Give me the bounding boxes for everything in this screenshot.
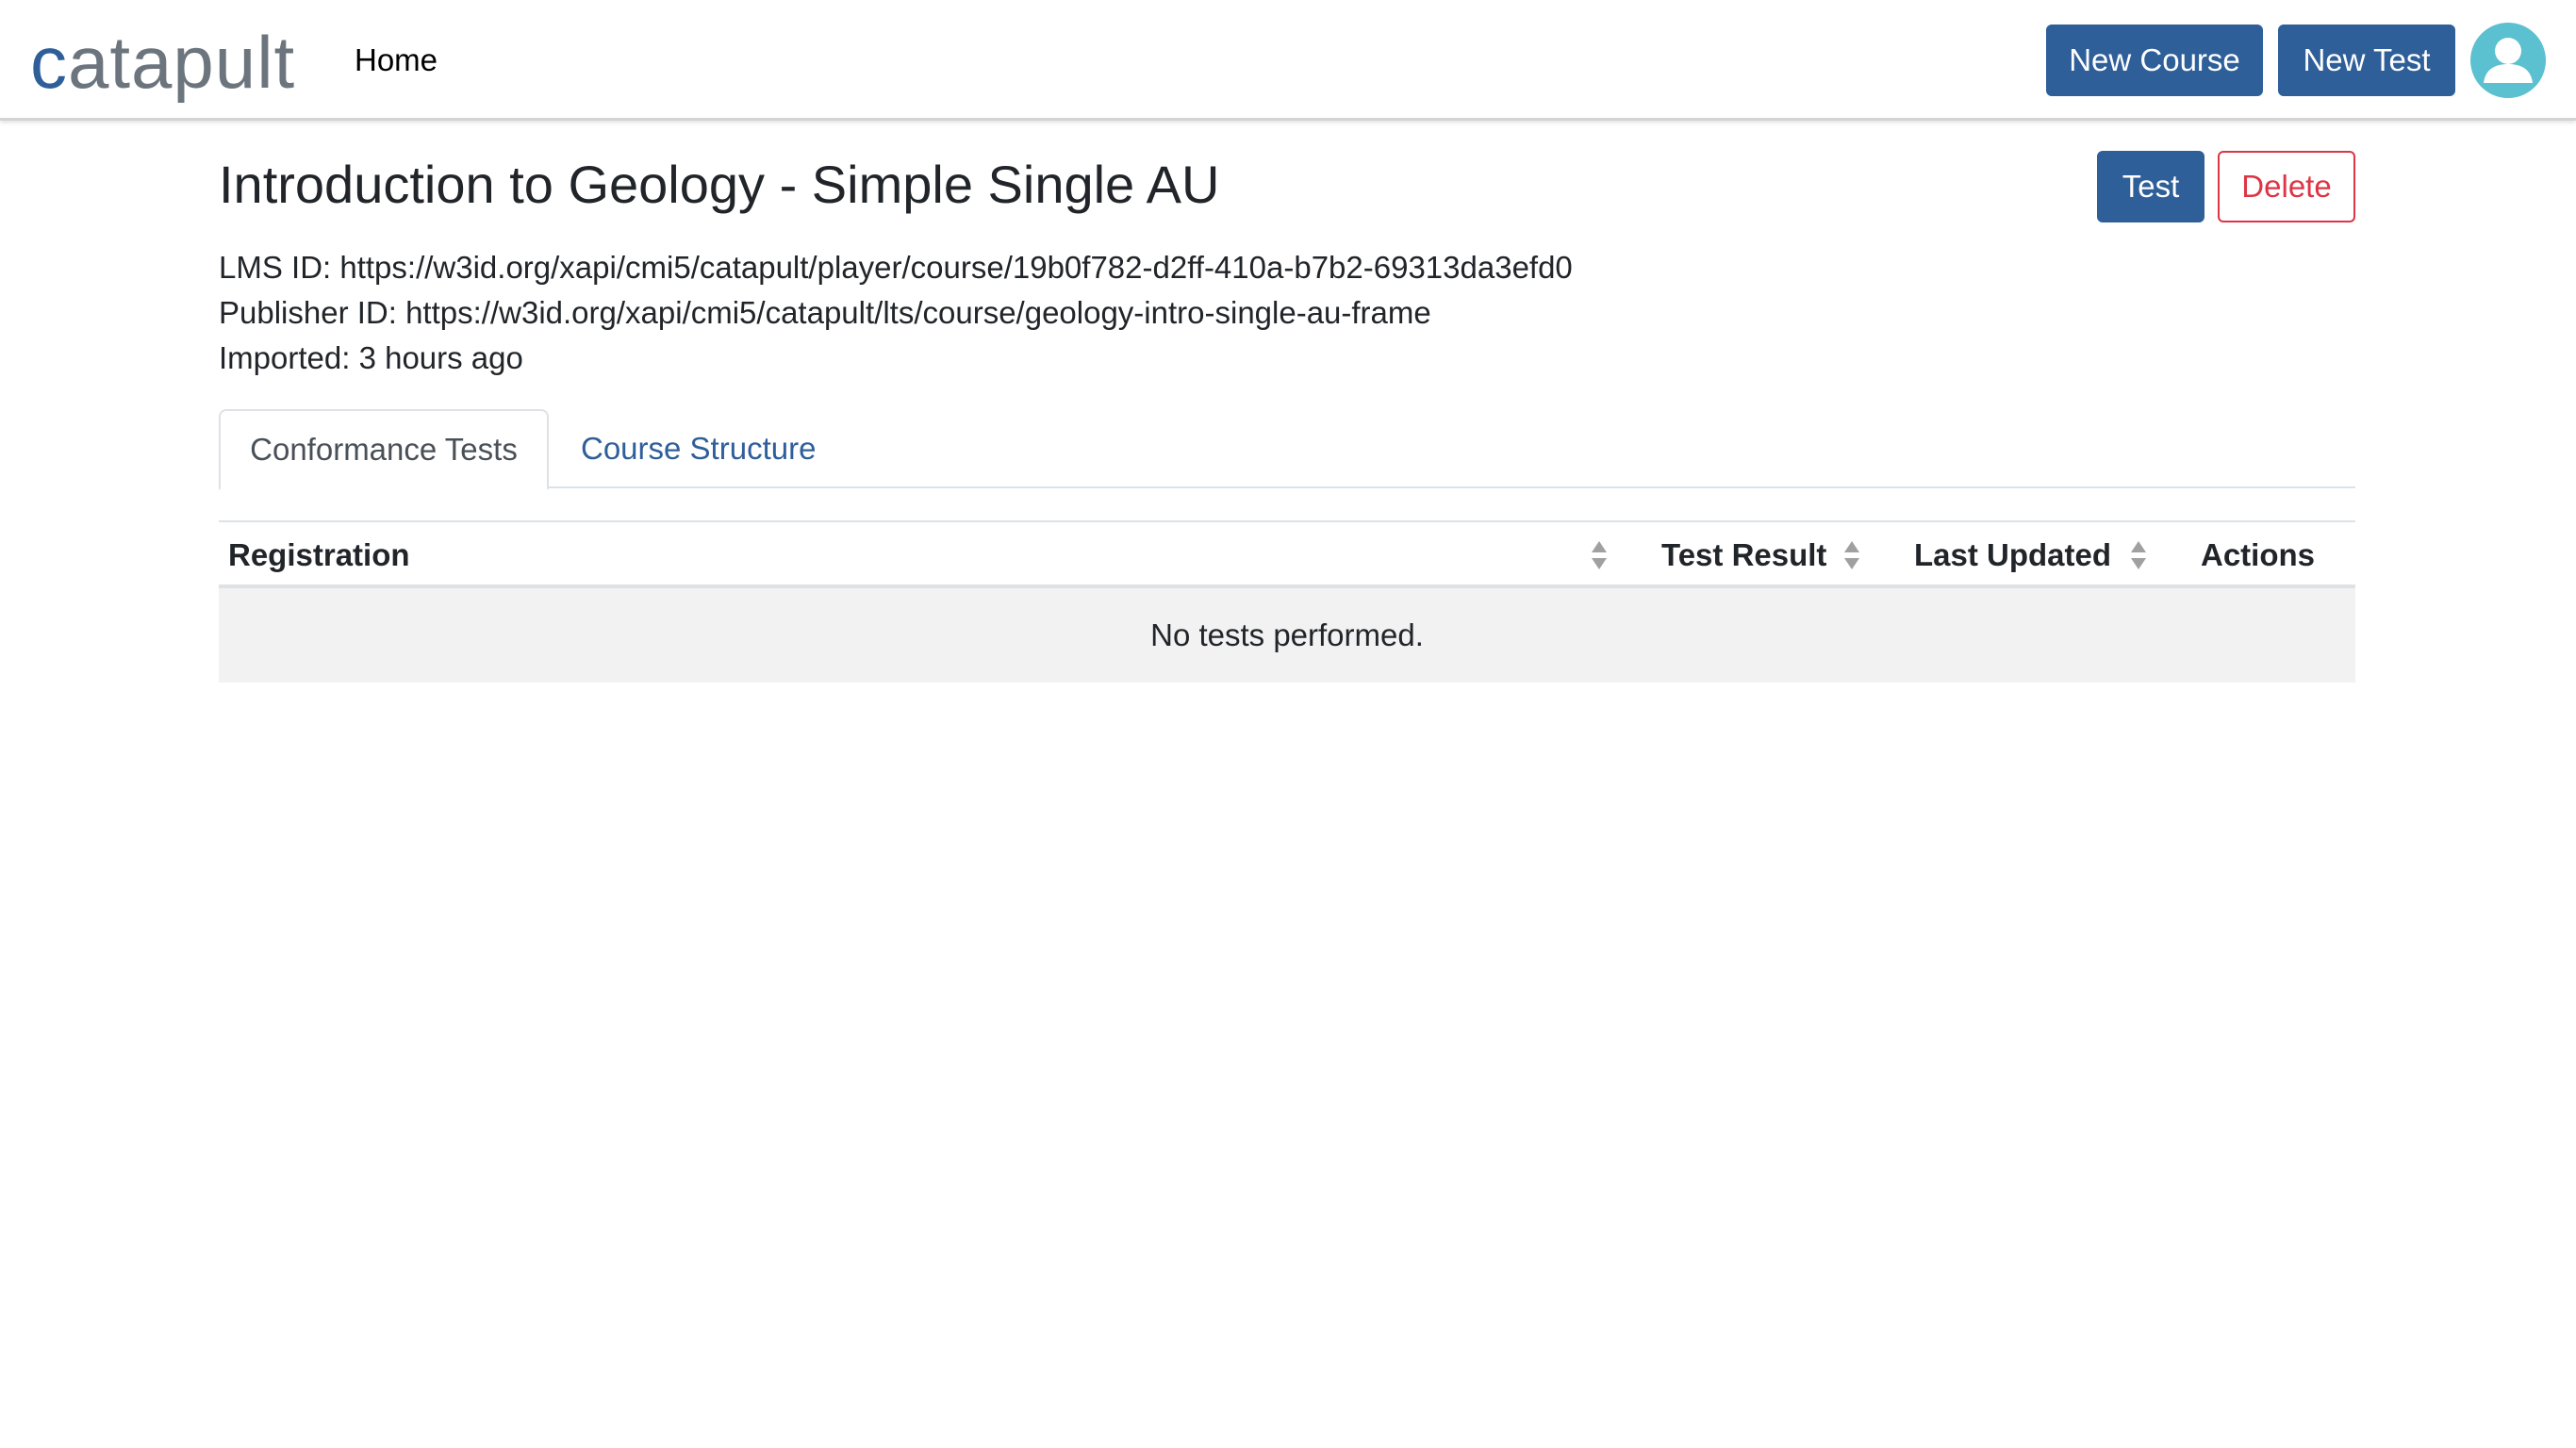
tab-course-structure[interactable]: Course Structure	[549, 409, 848, 488]
course-tabs: Conformance Tests Course Structure	[219, 409, 2355, 490]
column-header-actions: Actions	[2201, 537, 2316, 572]
nav-home-link[interactable]: Home	[355, 40, 438, 81]
test-course-button[interactable]: Test	[2097, 151, 2204, 222]
table-empty-row: No tests performed.	[219, 588, 2355, 683]
lms-id-text: LMS ID: https://w3id.org/xapi/cmi5/catap…	[219, 250, 1573, 285]
tab-conformance-tests[interactable]: Conformance Tests	[219, 409, 549, 490]
column-header-last-updated[interactable]: Last Updated	[1914, 522, 2111, 588]
column-header-test-result[interactable]: Test Result	[1661, 522, 1826, 588]
delete-course-button[interactable]: Delete	[2218, 151, 2355, 222]
column-header-registration[interactable]: Registration	[228, 522, 410, 588]
empty-message: No tests performed.	[1150, 617, 1424, 652]
brand-logo-accent: c	[30, 21, 68, 104]
user-avatar-icon[interactable]	[2470, 23, 2546, 98]
sort-icon[interactable]	[1842, 539, 1861, 571]
table-header: Registration Test Result Last Updated Ac…	[219, 522, 2355, 588]
sort-icon[interactable]	[2129, 539, 2148, 571]
publisher-id-text: Publisher ID: https://w3id.org/xapi/cmi5…	[219, 295, 1431, 330]
imported-time-text: Imported: 3 hours ago	[219, 340, 523, 375]
brand-logo[interactable]: catapult	[30, 17, 295, 107]
course-title: Introduction to Geology - Simple Single …	[219, 155, 1220, 214]
top-navbar: catapult Home New Course New Test	[0, 0, 2576, 121]
new-course-button[interactable]: New Course	[2046, 25, 2263, 96]
sort-icon[interactable]	[1590, 539, 1609, 571]
conformance-tests-table: Registration Test Result Last Updated Ac…	[219, 520, 2355, 683]
new-test-button[interactable]: New Test	[2278, 25, 2455, 96]
brand-logo-text: atapult	[68, 21, 296, 104]
